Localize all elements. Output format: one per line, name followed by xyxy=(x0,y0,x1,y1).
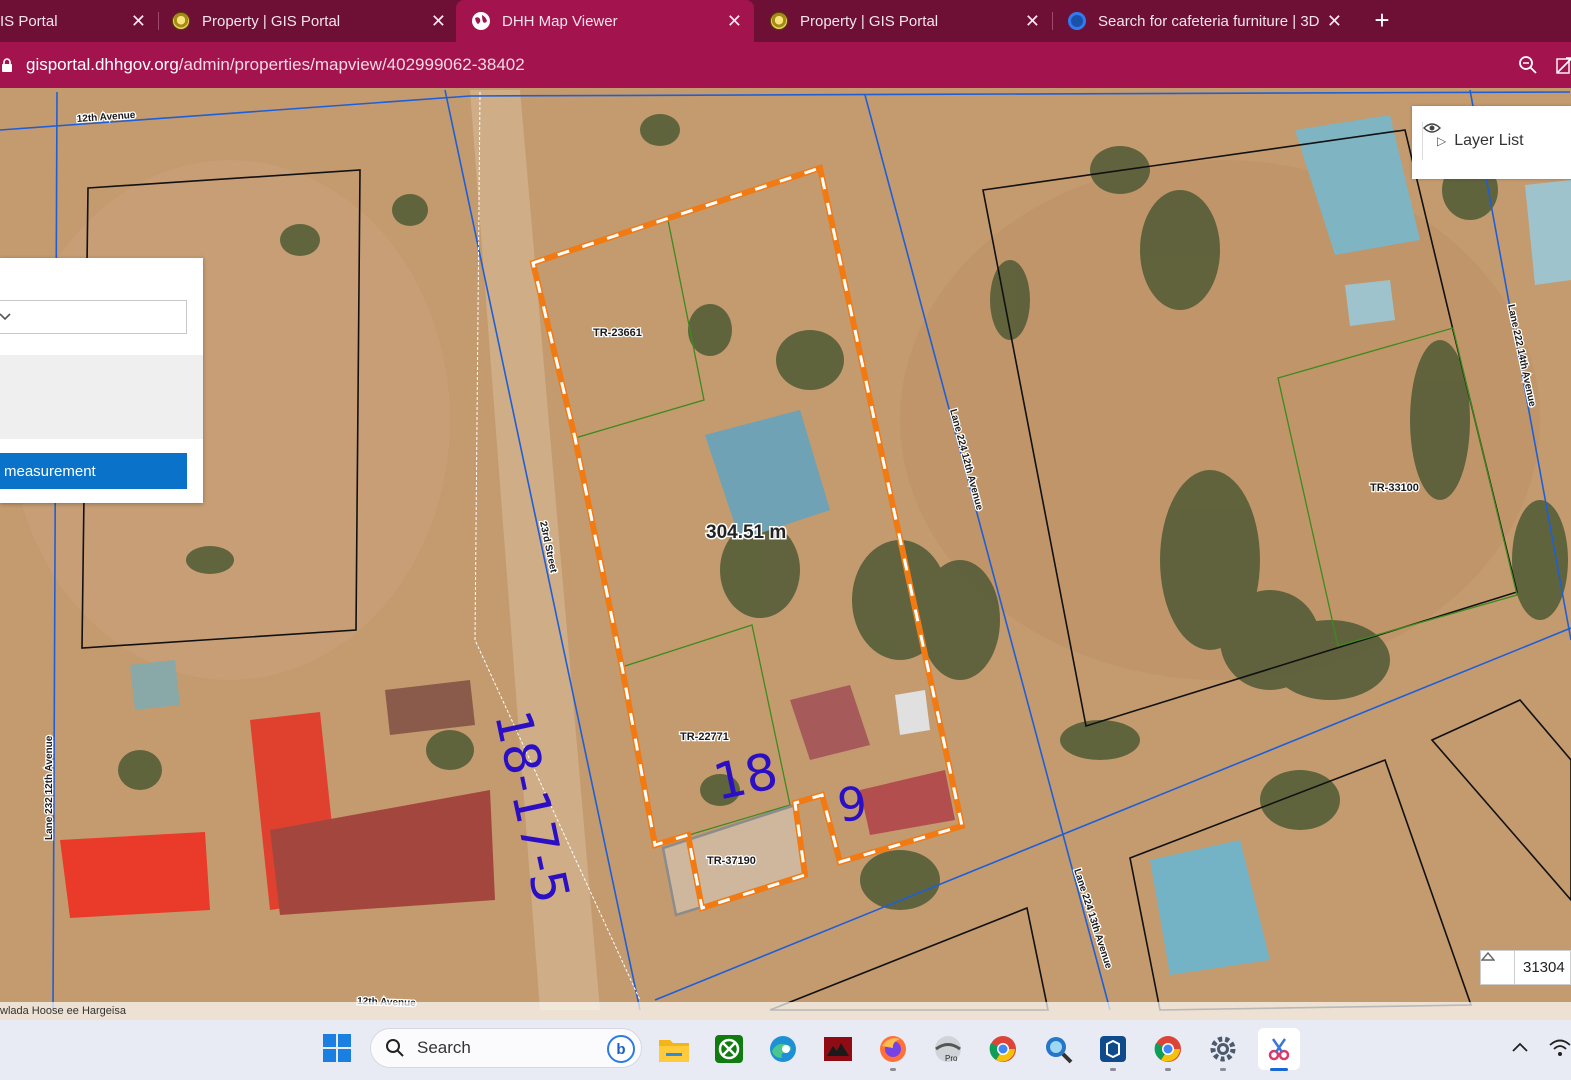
active-indicator xyxy=(1270,1068,1288,1071)
tab-title: Property | GIS Portal xyxy=(800,12,939,30)
close-icon[interactable]: ✕ xyxy=(1025,11,1040,31)
svg-text:Pro: Pro xyxy=(945,1054,958,1063)
lock-icon[interactable] xyxy=(2,58,12,72)
windows-start-icon[interactable] xyxy=(322,1033,352,1063)
browser-tab-4[interactable]: Property | GIS Portal ✕ xyxy=(754,0,1053,42)
browser-tab-bar: IS Portal ✕ Property | GIS Portal ✕ DHH … xyxy=(0,0,1571,42)
layer-list-label: Layer List xyxy=(1454,132,1524,149)
layer-list-panel[interactable]: ▷ Layer List xyxy=(1412,106,1571,179)
chevron-right-icon[interactable]: ▷ xyxy=(1437,134,1446,148)
measurement-panel: measurement xyxy=(0,258,203,503)
search-tool-icon[interactable] xyxy=(1042,1033,1074,1065)
map-canvas[interactable]: TR-23661 TR-22771 TR-37190 TR-33100 12th… xyxy=(0,88,1571,1020)
sketchup-icon[interactable] xyxy=(1097,1033,1129,1065)
parcel-label-tr-23661[interactable]: TR-23661 xyxy=(592,326,643,341)
gis-portal-icon xyxy=(770,12,788,30)
taskbar-search-label: Search xyxy=(417,1038,471,1057)
eye-icon[interactable] xyxy=(1423,122,1441,134)
street-label-lane-232-12th: Lane 232 12th Avenue xyxy=(44,735,55,840)
search-icon xyxy=(386,1039,404,1057)
settings-gear-icon[interactable] xyxy=(1207,1033,1239,1065)
url-field[interactable]: gisportal.dhhgov.org/admin/properties/ma… xyxy=(26,55,525,75)
close-icon[interactable]: ✕ xyxy=(131,11,146,31)
firefox-icon[interactable] xyxy=(877,1033,909,1065)
tab-title: IS Portal xyxy=(0,12,58,30)
running-indicator xyxy=(1110,1068,1116,1071)
running-indicator xyxy=(1220,1068,1226,1071)
3d-warehouse-icon xyxy=(1068,12,1086,30)
browser-tab-3-active[interactable]: DHH Map Viewer ✕ xyxy=(456,0,754,42)
globe-icon xyxy=(472,12,490,30)
parcel-label-tr-37190[interactable]: TR-37190 xyxy=(706,854,757,869)
scale-value: 31304 xyxy=(1523,959,1565,976)
parcel-label-tr-22771[interactable]: TR-22771 xyxy=(679,730,730,745)
chevron-up-icon[interactable] xyxy=(1510,1038,1530,1058)
xbox-icon[interactable] xyxy=(713,1033,745,1065)
url-path: /admin/properties/mapview/402999062-3840… xyxy=(178,55,525,74)
building-roof xyxy=(895,690,930,735)
browser-tab-2[interactable]: Property | GIS Portal ✕ xyxy=(158,0,456,42)
new-measurement-button[interactable]: measurement xyxy=(0,453,187,489)
chevron-down-icon[interactable] xyxy=(0,312,11,322)
browser-tab-5[interactable]: Search for cafeteria furniture | 3D ✕ xyxy=(1052,0,1350,42)
parcel-label-tr-33100[interactable]: TR-33100 xyxy=(1369,481,1420,496)
tab-title: DHH Map Viewer xyxy=(502,12,618,30)
chrome-icon[interactable] xyxy=(1152,1033,1184,1065)
extension-icon[interactable] xyxy=(1556,56,1571,74)
new-measurement-label: measurement xyxy=(4,462,96,480)
bing-icon[interactable]: b xyxy=(607,1035,635,1063)
building-roof xyxy=(60,832,210,918)
scale-control[interactable]: 31304 xyxy=(1480,950,1571,985)
tab-title: Search for cafeteria furniture | 3D xyxy=(1098,12,1320,30)
building-roof xyxy=(130,660,180,710)
close-icon[interactable]: ✕ xyxy=(727,11,742,31)
running-indicator xyxy=(1165,1068,1171,1071)
new-tab-button[interactable]: + xyxy=(1368,6,1396,34)
measurement-value-label: 304.51 m xyxy=(706,522,786,543)
snipping-tool-icon[interactable] xyxy=(1258,1028,1300,1070)
map-view[interactable]: TR-23661 TR-22771 TR-37190 TR-33100 12th… xyxy=(0,88,1571,1020)
unit-select[interactable] xyxy=(0,300,187,334)
close-icon[interactable]: ✕ xyxy=(431,11,446,31)
windows-taskbar: Search b Pro xyxy=(0,1020,1571,1080)
arcgis-pro-icon[interactable]: Pro xyxy=(932,1033,964,1065)
taskbar-search-box[interactable]: Search b xyxy=(370,1028,642,1068)
tab-title: Property | GIS Portal xyxy=(202,12,341,30)
file-explorer-icon[interactable] xyxy=(658,1033,690,1065)
scale-toggle[interactable] xyxy=(1481,951,1515,984)
layer-list-toggle[interactable]: ▷ Layer List xyxy=(1422,122,1571,160)
chrome-icon[interactable] xyxy=(987,1033,1019,1065)
close-icon[interactable]: ✕ xyxy=(1327,11,1342,31)
measurement-result-area xyxy=(0,355,203,439)
gis-portal-icon xyxy=(172,12,190,30)
wifi-icon[interactable] xyxy=(1548,1037,1571,1059)
app-red-icon[interactable] xyxy=(822,1033,854,1065)
map-attribution: wlada Hoose ee Hargeisa xyxy=(0,1002,1571,1020)
running-indicator xyxy=(890,1068,896,1071)
edge-icon[interactable] xyxy=(767,1033,799,1065)
zoom-icon[interactable] xyxy=(1518,55,1538,75)
url-host: gisportal.dhhgov.org xyxy=(26,55,179,74)
building-roof xyxy=(1345,280,1395,326)
browser-tab-1[interactable]: IS Portal ✕ xyxy=(0,0,159,42)
caret-up-icon xyxy=(1481,951,1495,961)
